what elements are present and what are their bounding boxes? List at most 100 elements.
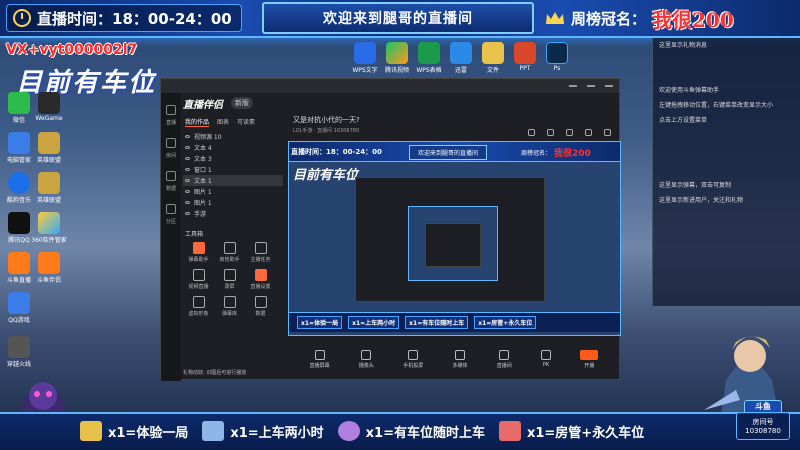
footer-label: 手机投屏 [403,362,424,369]
desktop-icon[interactable]: 英雄联盟 [34,172,64,204]
preview-welcome: 欢迎来到腿哥的直播间 [409,145,488,160]
wegame-icon [38,92,60,114]
footer-label: 开播 [584,362,595,369]
camera-button[interactable]: 摄像头 [359,349,374,369]
rail-label: 分区 [165,219,176,225]
eye-icon[interactable] [185,146,190,149]
tool-video-live[interactable]: 视频直播 [183,269,214,290]
ppt-icon [514,42,536,64]
tencent-video-icon [386,42,408,64]
desktop-icon-label: WPS文字 [352,67,378,74]
desktop-icon[interactable]: 迅雷 [446,42,476,74]
gift-badge-icon [337,421,360,441]
room-icon[interactable] [166,138,176,148]
footer-label: 多媒体 [452,362,468,369]
tab-charts[interactable]: 图表 [217,117,229,127]
pk-button[interactable]: PK [541,350,552,368]
chat-line: 点击上方设置菜单 [659,117,708,124]
tab-materials[interactable]: 可读素 [237,117,255,127]
layer-item[interactable]: 手游 [183,208,283,219]
room-button[interactable]: 直播间 [497,349,512,369]
douyu-icon [8,252,30,274]
app-tip: 礼物动效: 识图后可进行播放 [183,370,247,376]
weekly-crown-name: 我很200 [652,7,734,32]
content-actions [528,129,611,136]
tool-label: 弹幕库 [221,311,237,317]
chart-icon [254,296,267,308]
gift-label: x1=有车位随时上车 [365,425,485,441]
screenshot-icon[interactable] [547,129,554,136]
task-icon [254,242,267,254]
layer-item[interactable]: 视频源 10 [183,131,283,142]
media-button[interactable]: 多媒体 [452,349,468,369]
tool-tasks[interactable]: 主播任务 [245,242,276,263]
qq-icon [8,212,30,234]
chat-line: 欢迎使用斗鱼弹幕助手 [659,87,720,94]
desktop-icon[interactable]: Ps [542,42,572,72]
tab-works[interactable]: 我的作品 [185,117,210,127]
data-icon[interactable] [166,171,176,181]
qqgame-icon [8,292,30,314]
tool-data[interactable]: 数据 [245,296,276,317]
go-live-button[interactable]: 开播 [580,349,599,369]
screen-capture-button[interactable]: 直播屏幕 [310,349,330,369]
eye-icon[interactable] [185,190,190,193]
layer-item[interactable]: 文本 3 [183,153,283,164]
desktop-icon[interactable]: PPT [510,42,540,72]
version-tag[interactable]: 新版 [231,97,253,109]
layer-item[interactable]: 图片 1 [183,197,283,208]
desktop-icon[interactable]: WPS文字 [350,42,380,74]
tool-danmu-helper[interactable]: 弹幕助手 [183,242,214,263]
tool-danmu-lib[interactable]: 弹幕库 [214,296,245,317]
layer-label: 文本 3 [194,156,212,163]
monitor-icon [314,349,325,360]
desktop-icon-label: QQ游戏 [8,317,30,324]
layer-item[interactable]: 文本 4 [183,142,283,153]
desktop-icon[interactable]: 斗鱼伴侣 [34,252,64,284]
eye-icon[interactable] [185,135,190,138]
tool-live-settings[interactable]: 直播设置 [245,269,276,290]
category-icon[interactable] [166,204,176,214]
refresh-icon[interactable] [585,129,592,136]
desktop-icon[interactable]: 腾讯QQ [4,212,34,244]
layer-item[interactable]: 窗口 1 [183,164,283,175]
preview-time: 直播时间：18：00-24：00 [291,148,382,156]
desktop-icon[interactable]: 360软件管家 [31,212,67,244]
stream-title[interactable]: 又是对抗小代的一天? [293,115,619,125]
desktop-icon-label: 酷狗音乐 [6,197,31,204]
fullscreen-icon[interactable] [604,129,611,136]
desktop-icon[interactable]: 文件 [478,42,508,74]
desktop-icon[interactable]: 微信 [4,92,34,124]
layer-item[interactable]: 图片 1 [183,186,283,197]
eye-icon[interactable] [185,212,190,215]
minimize-icon[interactable] [569,85,577,87]
eye-icon[interactable] [185,201,190,204]
desktop-icon[interactable]: 酷狗音乐 [4,172,34,204]
live-icon [580,349,599,360]
desktop-icon[interactable]: QQ游戏 [4,292,34,324]
desktop-icon-label: PPT [519,65,531,72]
desktop-icon[interactable]: WeGame [34,92,64,122]
app-header: 直播伴侣 新版 [161,93,621,113]
phone-cast-button[interactable]: 手机投屏 [403,349,424,369]
settings-icon[interactable] [566,129,573,136]
desktop-icon[interactable]: 穿越火线 [4,336,34,368]
eye-icon[interactable] [185,179,190,182]
xunlei-icon [450,42,472,64]
close-icon[interactable] [605,85,613,87]
tool-label: 视频直播 [188,284,209,290]
desktop-icon[interactable]: 腾讯视频 [382,42,412,74]
eye-icon[interactable] [185,168,190,171]
desktop-icon[interactable]: 电脑管家 [4,132,34,164]
eye-icon[interactable] [185,157,190,160]
layer-item[interactable]: 文本 1 [183,175,283,186]
desktop-icon-label: 穿越火线 [6,361,31,368]
tool-room-admin[interactable]: 房管助手 [214,242,245,263]
tool-avatar[interactable]: 虚拟形象 [183,296,214,317]
lock-icon[interactable] [528,129,535,136]
maximize-icon[interactable] [587,85,595,87]
desktop-icon[interactable]: 斗鱼直播 [4,252,34,284]
tool-record[interactable]: 录屏 [214,269,245,290]
desktop-icon[interactable]: WPS表格 [414,42,444,74]
desktop-icon[interactable]: 英雄联盟 [34,132,64,164]
